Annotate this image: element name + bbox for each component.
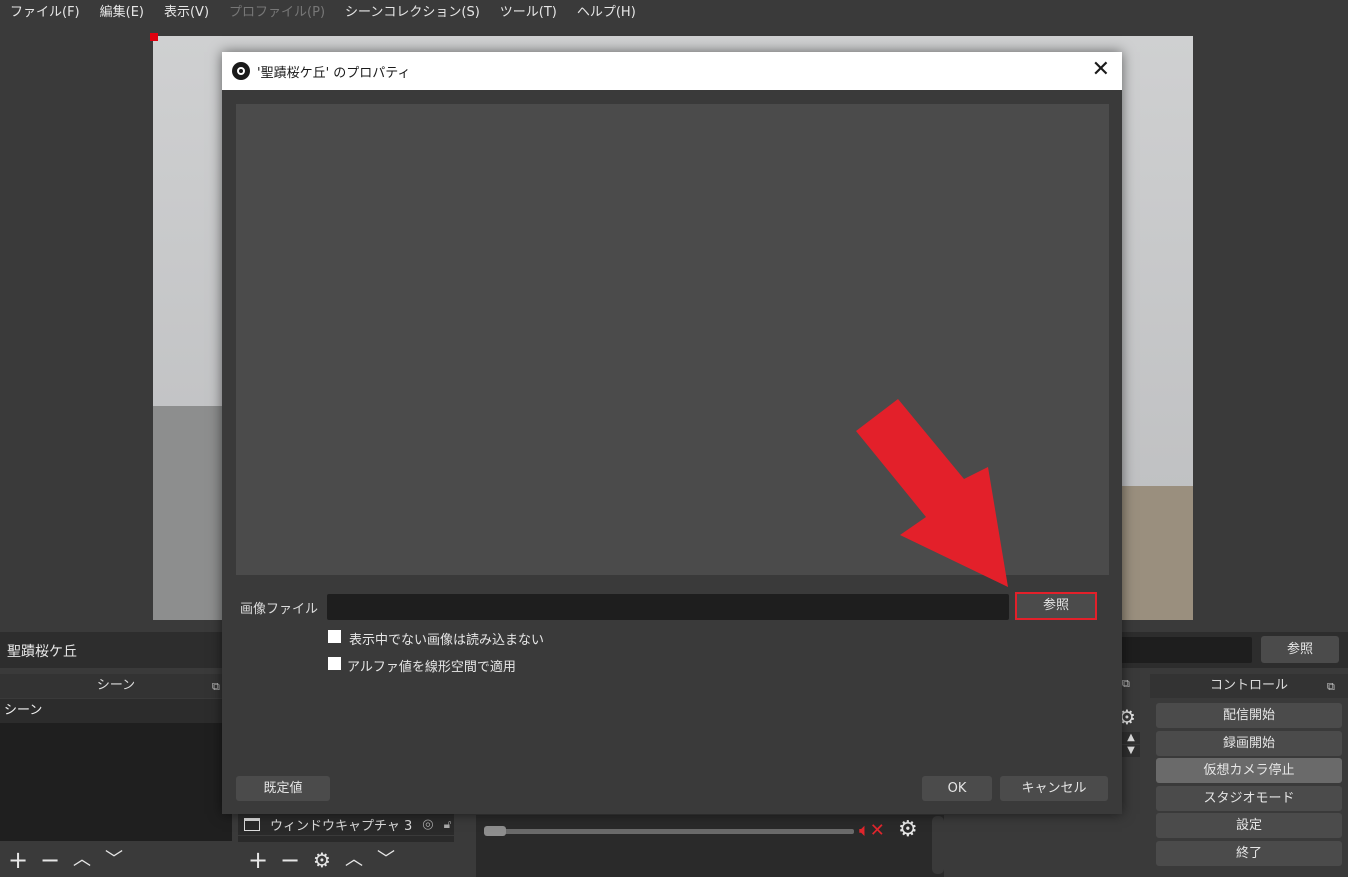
undock-icon[interactable]: ⧉ (1327, 680, 1335, 694)
studio-mode-button[interactable]: スタジオモード (1156, 786, 1342, 811)
undock-icon[interactable]: ⧉ (1122, 677, 1130, 691)
selected-source-name: 聖蹟桜ケ丘 (7, 644, 77, 660)
preview-building-left (153, 406, 233, 620)
checkbox-unload-when-hidden[interactable] (328, 630, 341, 643)
image-file-label: 画像ファイル (239, 602, 318, 617)
arrow-up-icon[interactable]: ︿ (342, 848, 366, 872)
source-item-label: ウィンドウキャプチャ 3 (270, 818, 413, 834)
source-list-item[interactable]: ウィンドウキャプチャ 3 ◎ 🔓︎ (238, 813, 454, 835)
dialog-title: '聖蹟桜ケ丘' のプロパティ (257, 66, 411, 81)
lock-open-icon[interactable]: 🔓︎ (444, 817, 452, 832)
gear-icon[interactable]: ⚙ (310, 848, 334, 872)
image-path-field[interactable] (1120, 637, 1252, 663)
checkbox-label: 表示中でない画像は読み込まない (349, 633, 545, 648)
cancel-button[interactable]: キャンセル (1000, 776, 1108, 801)
menu-edit[interactable]: 編集(E) (90, 1, 154, 25)
checkbox-label: アルファ値を線形空間で適用 (347, 660, 516, 675)
muted-speaker-icon[interactable]: 🔈︎✕ (859, 819, 889, 843)
gear-icon[interactable]: ⚙ (898, 818, 922, 842)
menu-file[interactable]: ファイル(F) (0, 1, 90, 25)
undock-icon[interactable]: ⧉ (212, 680, 220, 694)
controls-dock-title: コントロール (1150, 674, 1348, 698)
volume-slider-handle[interactable] (484, 826, 506, 836)
eye-hidden-icon[interactable]: ◎ (422, 817, 433, 832)
plus-icon[interactable]: + (246, 848, 270, 872)
arrow-up-icon[interactable]: ︿ (70, 848, 94, 872)
exit-button[interactable]: 終了 (1156, 841, 1342, 866)
plus-icon[interactable]: + (6, 848, 30, 872)
mixer-scrollbar[interactable] (932, 816, 944, 874)
minus-icon[interactable]: − (278, 848, 302, 872)
transform-handle[interactable] (150, 33, 158, 41)
toolbar-browse-button[interactable]: 参照 (1261, 636, 1339, 663)
settings-button[interactable]: 設定 (1156, 813, 1342, 838)
dialog-titlebar[interactable]: '聖蹟桜ケ丘' のプロパティ ✕ (222, 52, 1122, 90)
menu-profile: プロファイル(P) (229, 5, 326, 20)
menu-tools[interactable]: ツール(T) (490, 1, 567, 25)
menu-help[interactable]: ヘルプ(H) (567, 1, 646, 25)
arrow-down-icon[interactable]: ﹀ (374, 848, 398, 872)
defaults-button[interactable]: 既定値 (236, 776, 330, 801)
browse-button[interactable]: 参照 (1015, 592, 1097, 620)
image-file-input[interactable] (327, 594, 1009, 620)
minus-icon[interactable]: − (38, 848, 62, 872)
arrow-down-icon[interactable]: ﹀ (102, 848, 126, 872)
spin-up-icon[interactable]: ▲ (1122, 732, 1140, 744)
dialog-preview (236, 104, 1109, 575)
close-icon[interactable]: ✕ (1092, 59, 1110, 81)
checkbox-linear-alpha[interactable] (328, 657, 341, 670)
scene-item[interactable]: シーン (0, 699, 232, 723)
menu-view[interactable]: 表示(V) (154, 1, 219, 25)
menubar: ファイル(F) 編集(E) 表示(V) プロファイル(P) シーンコレクション(… (0, 0, 1348, 26)
scenes-toolbar: + − ︿ ﹀ (0, 842, 232, 877)
preview-building-right (1113, 486, 1193, 620)
menu-scene-collection[interactable]: シーンコレクション(S) (335, 1, 490, 25)
ok-button[interactable]: OK (922, 776, 992, 801)
stop-virtual-camera-button[interactable]: 仮想カメラ停止 (1156, 758, 1342, 783)
spin-down-icon[interactable]: ▼ (1122, 745, 1140, 757)
start-streaming-button[interactable]: 配信開始 (1156, 703, 1342, 728)
sources-toolbar: + − ⚙ ︿ ﹀ (238, 842, 470, 877)
obs-logo-icon (232, 62, 250, 80)
start-recording-button[interactable]: 録画開始 (1156, 731, 1342, 756)
scenes-dock-title: シーン (0, 674, 232, 698)
volume-slider-track[interactable] (484, 829, 854, 834)
window-icon (244, 817, 260, 831)
